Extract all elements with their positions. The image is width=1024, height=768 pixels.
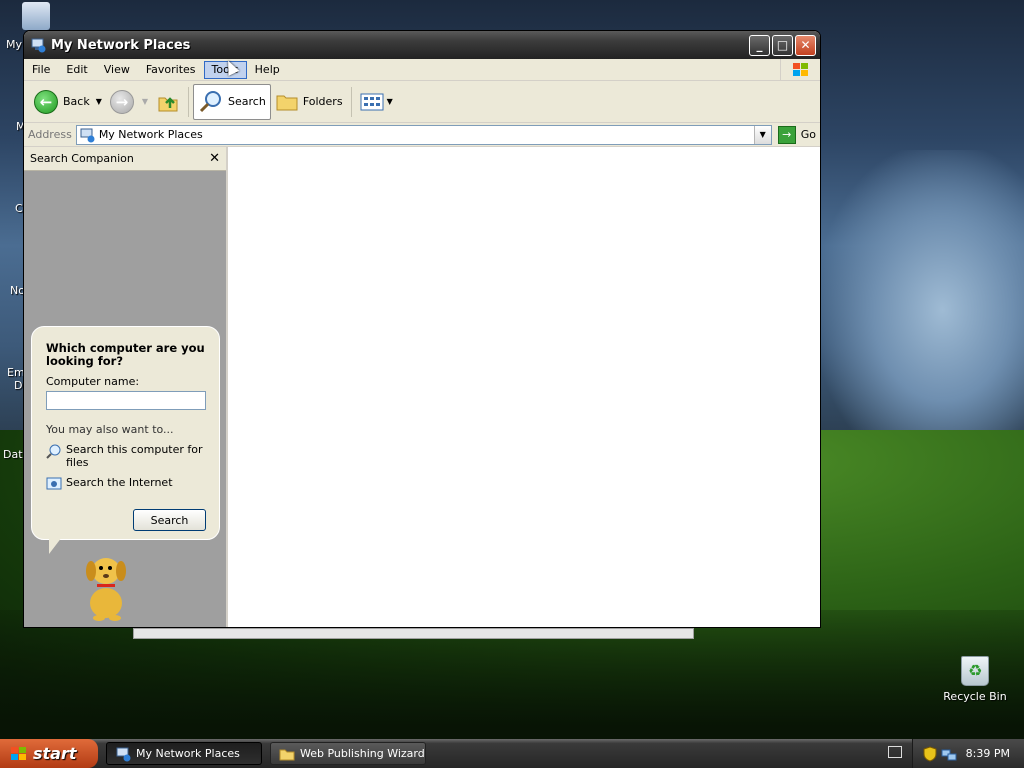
forward-dropdown-icon[interactable]: ▼ <box>142 97 148 106</box>
menu-file[interactable]: File <box>24 63 58 76</box>
search-button[interactable]: Search <box>193 83 271 120</box>
search-label: Search <box>228 95 266 108</box>
keyboard-icon[interactable] <box>888 746 902 758</box>
folder-view[interactable] <box>227 147 820 627</box>
back-button[interactable]: ← Back ▼ <box>30 84 106 120</box>
toolbar-separator <box>188 86 190 117</box>
search-question: Which computer are you looking for? <box>46 341 205 368</box>
recycle-bin-label: Recycle Bin <box>943 690 1007 703</box>
go-button[interactable]: → Go <box>777 125 816 144</box>
search-dog-icon[interactable] <box>79 551 133 621</box>
title-bar[interactable]: My Network Places _ □ ✕ <box>24 31 820 59</box>
maximize-button[interactable]: □ <box>772 34 793 56</box>
explorer-window: My Network Places _ □ ✕ File Edit View F… <box>23 30 821 628</box>
address-field[interactable]: My Network Places ▼ <box>75 124 772 145</box>
address-value: My Network Places <box>98 128 203 141</box>
task-label: Web Publishing Wizard <box>300 747 425 760</box>
views-dropdown-icon[interactable]: ▼ <box>387 97 393 106</box>
desktop-label-c[interactable]: C <box>15 202 23 215</box>
menu-favorites[interactable]: Favorites <box>138 63 204 76</box>
bubble-tail <box>49 537 62 554</box>
address-label: Address <box>28 128 72 141</box>
standard-toolbar: ← Back ▼ → ▼ Search Folders ▼ <box>24 81 820 123</box>
search-bubble: Which computer are you looking for? Comp… <box>31 326 220 540</box>
go-arrow-icon: → <box>777 125 796 144</box>
menu-bar: File Edit View Favorites Tools Help <box>24 59 820 81</box>
address-bar: Address My Network Places ▼ → Go <box>24 123 820 147</box>
search-icon <box>199 90 222 112</box>
task-web-publishing-wizard[interactable]: Web Publishing Wizard <box>270 742 426 765</box>
computer-name-label: Computer name: <box>46 375 140 388</box>
network-places-icon <box>80 128 95 142</box>
up-folder-icon <box>158 96 178 111</box>
menu-edit[interactable]: Edit <box>58 63 95 76</box>
desktop-label-d[interactable]: D <box>14 379 22 392</box>
minimize-button[interactable]: _ <box>749 34 770 56</box>
clock[interactable]: 8:39 PM <box>966 747 1010 760</box>
task-my-network-places[interactable]: My Network Places <box>106 742 262 765</box>
search-internet-label: Search the Internet <box>66 476 173 489</box>
security-shield-icon[interactable] <box>923 745 937 762</box>
start-label: start <box>33 744 77 763</box>
desktop-label-my[interactable]: My <box>6 38 22 51</box>
views-button[interactable]: ▼ <box>356 84 397 120</box>
recycle-bin[interactable]: Recycle Bin <box>940 656 1010 703</box>
desktop-sky <box>820 150 1024 470</box>
search-computer-icon <box>46 444 61 459</box>
search-files-link[interactable]: Search this computer for files <box>46 443 205 469</box>
close-pane-icon[interactable]: ✕ <box>209 151 220 166</box>
search-companion-header: Search Companion ✕ <box>24 147 226 171</box>
views-icon <box>360 93 384 110</box>
address-dropdown-icon[interactable]: ▼ <box>753 125 771 144</box>
network-places-icon <box>31 38 46 53</box>
taskbar: start My Network Places Web Publishing W… <box>0 739 1024 768</box>
folders-button[interactable]: Folders <box>271 84 347 120</box>
search-files-label: Search this computer for files <box>66 443 203 469</box>
menu-help[interactable]: Help <box>247 63 288 76</box>
search-internet-icon <box>46 477 62 490</box>
windows-logo-icon <box>780 59 820 81</box>
go-label: Go <box>800 128 816 141</box>
folders-icon <box>276 95 298 110</box>
also-label: You may also want to... <box>46 423 174 436</box>
computer-name-input[interactable] <box>46 391 206 410</box>
toolbar-separator <box>350 86 352 117</box>
start-button[interactable]: start <box>0 739 98 768</box>
forward-arrow-icon: → <box>109 89 134 114</box>
forward-button[interactable]: → ▼ <box>106 84 152 120</box>
search-companion-pane: Search Companion ✕ Which computer are yo… <box>24 147 227 627</box>
network-places-icon <box>116 747 131 761</box>
back-label: Back <box>63 95 90 108</box>
search-companion-title: Search Companion <box>30 152 134 165</box>
search-internet-link[interactable]: Search the Internet <box>46 476 205 492</box>
back-arrow-icon: ← <box>34 89 58 114</box>
content-area: Search Companion ✕ Which computer are yo… <box>24 147 820 627</box>
back-dropdown-icon[interactable]: ▼ <box>96 97 102 106</box>
window-title: My Network Places <box>51 37 191 53</box>
close-button[interactable]: ✕ <box>795 34 816 56</box>
up-folder-button[interactable] <box>152 84 184 120</box>
search-submit-button[interactable]: Search <box>133 509 206 531</box>
menu-view[interactable]: View <box>96 63 138 76</box>
network-tray-icon[interactable] <box>941 746 957 762</box>
behind-window-scrollbar <box>133 628 694 639</box>
folder-icon <box>279 749 295 760</box>
my-computer-icon[interactable] <box>22 2 50 30</box>
windows-flag-icon <box>11 746 26 760</box>
folders-label: Folders <box>302 95 343 108</box>
task-label: My Network Places <box>136 747 240 760</box>
recycle-bin-icon <box>961 656 989 686</box>
system-tray: 8:39 PM <box>912 739 1024 768</box>
